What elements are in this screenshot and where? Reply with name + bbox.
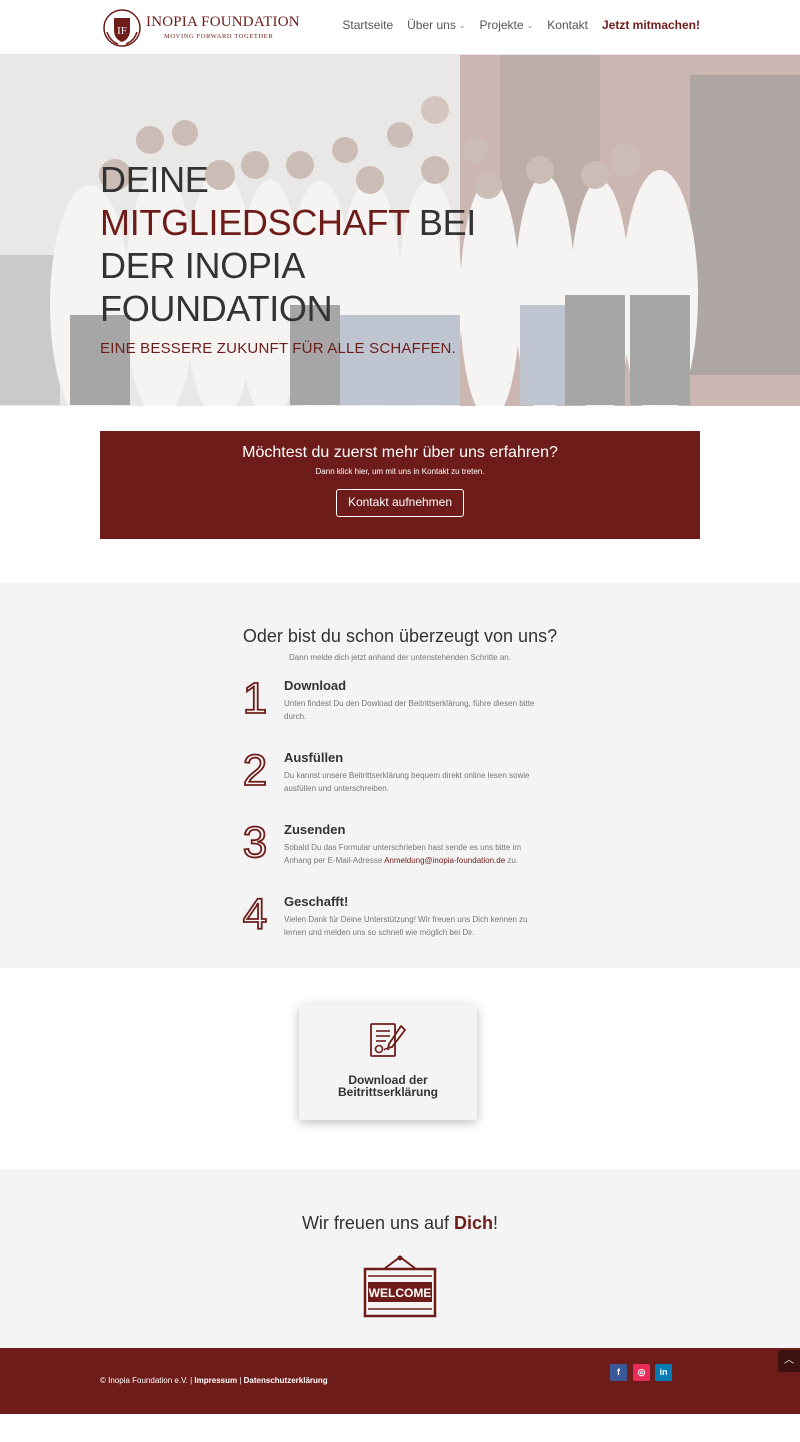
impressum-link[interactable]: Impressum xyxy=(194,1376,237,1385)
step-geschafft: 4 Geschafft! Vielen Dank für Deine Unter… xyxy=(238,889,558,954)
steps-subtitle: Dann melde dich jetzt anhand der untenst… xyxy=(289,653,511,662)
step-number: 1 xyxy=(243,674,267,719)
download-label: Download der Beitrittserklärung xyxy=(299,1074,477,1098)
email-link[interactable]: Anmeldung@inopia-foundation.de xyxy=(384,856,505,865)
step-ausfuellen: 2 Ausfüllen Du kannst unsere Beitrittser… xyxy=(238,745,558,810)
step-text: Unten findest Du den Dowload der Beitrit… xyxy=(284,699,535,721)
step-title: Zusenden xyxy=(284,822,346,837)
chevron-down-icon: ⌄ xyxy=(458,20,466,30)
step-text: Du kannst unsere Beitrittserklärung bequ… xyxy=(284,771,530,793)
site-header: IF INOPIA FOUNDATION MOVING FORWARD TOGE… xyxy=(0,0,800,55)
nav-label: Startseite xyxy=(342,18,394,32)
nav-label: Über uns xyxy=(407,18,456,32)
step-number: 4 xyxy=(243,890,267,935)
welcome-sign-text: WELCOME xyxy=(369,1286,432,1300)
step-text-part: zu. xyxy=(505,856,519,865)
instagram-icon[interactable]: ◎ xyxy=(633,1364,650,1381)
nav-label: Projekte xyxy=(479,18,524,32)
download-card[interactable]: Download der Beitrittserklärung xyxy=(299,1004,477,1120)
hero-title: Deine Mitgliedschaft bei der Inopia Found… xyxy=(100,158,520,330)
contact-cta-text: Dann klick hier, um mit uns in Kontakt z… xyxy=(315,467,485,476)
nav-projekte[interactable]: Projekte ⌄ xyxy=(480,18,534,32)
welcome-sign-icon: WELCOME xyxy=(363,1255,437,1318)
step-text: Vielen Dank für Deine Unterstützung! Wir… xyxy=(284,915,528,937)
facebook-icon[interactable]: f xyxy=(610,1364,627,1381)
nav-startseite[interactable]: Startseite xyxy=(342,18,393,32)
contact-button[interactable]: Kontakt aufnehmen xyxy=(336,489,464,517)
nav-jetzt-mitmachen[interactable]: Jetzt mitmachen! xyxy=(602,18,700,32)
scroll-to-top-button[interactable]: ︿ xyxy=(778,1350,800,1372)
contact-cta-title: Möchtest du zuerst mehr über uns erfahre… xyxy=(242,444,558,461)
welcome-section: Wir freuen uns auf Dich! WELCOME xyxy=(0,1169,800,1348)
linkedin-icon[interactable]: in xyxy=(655,1364,672,1381)
download-label-line2: Beitrittserklärung xyxy=(337,1085,439,1099)
number-four-icon: 4 xyxy=(242,889,268,935)
logo-title: INOPIA FOUNDATION xyxy=(146,14,300,30)
nav-label: Kontakt xyxy=(547,18,588,32)
hero-title-line1: Deine xyxy=(100,159,209,200)
nav-label: Jetzt mitmachen! xyxy=(601,18,700,32)
welcome-title: Wir freuen uns auf Dich! xyxy=(0,1213,800,1234)
hero-subtitle: Eine bessere Zukunft für alle schaffen. xyxy=(100,340,456,357)
nav-ueber-uns[interactable]: Über uns ⌄ xyxy=(407,18,465,32)
number-three-icon: 3 xyxy=(242,817,268,863)
number-one-icon: 1 xyxy=(242,673,268,719)
step-number: 3 xyxy=(243,818,267,863)
step-number: 2 xyxy=(243,746,267,791)
step-title: Ausfüllen xyxy=(284,750,344,765)
number-two-icon: 2 xyxy=(242,745,268,791)
datenschutz-link[interactable]: Datenschutzerklärung xyxy=(244,1376,328,1385)
document-signature-icon xyxy=(370,1023,406,1057)
contact-cta-box: Möchtest du zuerst mehr über uns erfahre… xyxy=(100,431,700,539)
footer-copyright: © Inopia Foundation e.V. | xyxy=(100,1376,195,1385)
step-title: Download xyxy=(284,678,347,693)
welcome-title-text: ! xyxy=(493,1213,499,1233)
logo-emblem-icon: IF xyxy=(103,9,141,47)
footer-text: © Inopia Foundation e.V. | Impressum | D… xyxy=(100,1376,328,1385)
steps-title: Oder bist du schon überzeugt von uns? xyxy=(242,626,558,646)
chevron-down-icon: ⌄ xyxy=(526,20,534,30)
site-footer: © Inopia Foundation e.V. | Impressum | D… xyxy=(0,1348,800,1414)
hero-title-accent: Mitgliedschaft xyxy=(100,202,410,243)
steps-section: Oder bist du schon überzeugt von uns? Da… xyxy=(0,583,800,968)
logo-subtitle: MOVING FORWARD TOGETHER xyxy=(164,33,274,40)
main-nav: Startseite Über uns ⌄ Projekte ⌄ Kontakt J… xyxy=(342,18,700,32)
step-text: Sobald Du das Formular unterschrieben ha… xyxy=(284,841,544,867)
step-download: 1 Download Unten findest Du den Dowload … xyxy=(238,673,558,738)
nav-kontakt[interactable]: Kontakt xyxy=(547,18,588,32)
welcome-title-text: Wir freuen uns auf xyxy=(301,1213,455,1233)
step-title: Geschafft! xyxy=(284,894,349,909)
hero-section: Deine Mitgliedschaft bei der Inopia Found… xyxy=(0,55,800,406)
svg-text:IF: IF xyxy=(117,25,127,37)
logo[interactable]: IF INOPIA FOUNDATION MOVING FORWARD TOGE… xyxy=(100,7,300,49)
welcome-title-emphasis: Dich xyxy=(454,1213,494,1233)
step-zusenden: 3 Zusenden Sobald Du das Formular unters… xyxy=(238,817,558,882)
